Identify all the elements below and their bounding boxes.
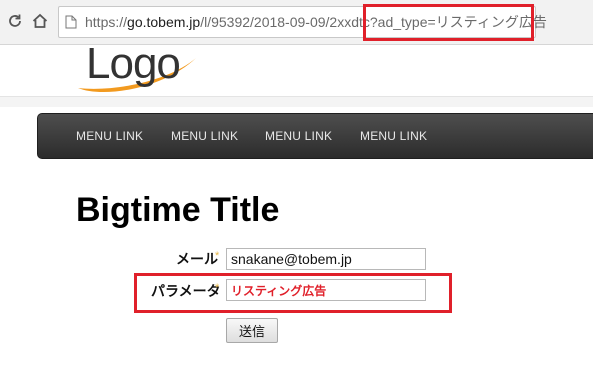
logo-text: Logo (86, 39, 181, 88)
reload-icon[interactable] (6, 12, 24, 30)
page-icon (65, 15, 77, 29)
main-navbar: MENU LINK MENU LINK MENU LINK MENU LINK (37, 113, 593, 159)
email-label: メール (176, 251, 218, 267)
url-prefix: https:// (85, 14, 128, 30)
submit-button[interactable]: 送信 (226, 318, 278, 343)
nav-link-3[interactable]: MENU LINK (265, 129, 332, 143)
nav-link-4[interactable]: MENU LINK (360, 129, 427, 143)
required-marker: * (215, 250, 220, 262)
header-divider (0, 96, 593, 107)
home-icon[interactable] (31, 12, 49, 30)
url-path: /l/95392/2018-09-09/2xxdtc (200, 14, 370, 30)
param-highlight-box (134, 273, 452, 313)
url-host: go.tobem.jp (127, 14, 201, 30)
page-title: Bigtime Title (76, 191, 280, 229)
site-logo[interactable]: Logo (72, 38, 202, 98)
email-field[interactable] (226, 248, 426, 270)
nav-link-2[interactable]: MENU LINK (171, 129, 238, 143)
url-query-highlight-box (363, 4, 534, 41)
nav-link-1[interactable]: MENU LINK (76, 129, 143, 143)
